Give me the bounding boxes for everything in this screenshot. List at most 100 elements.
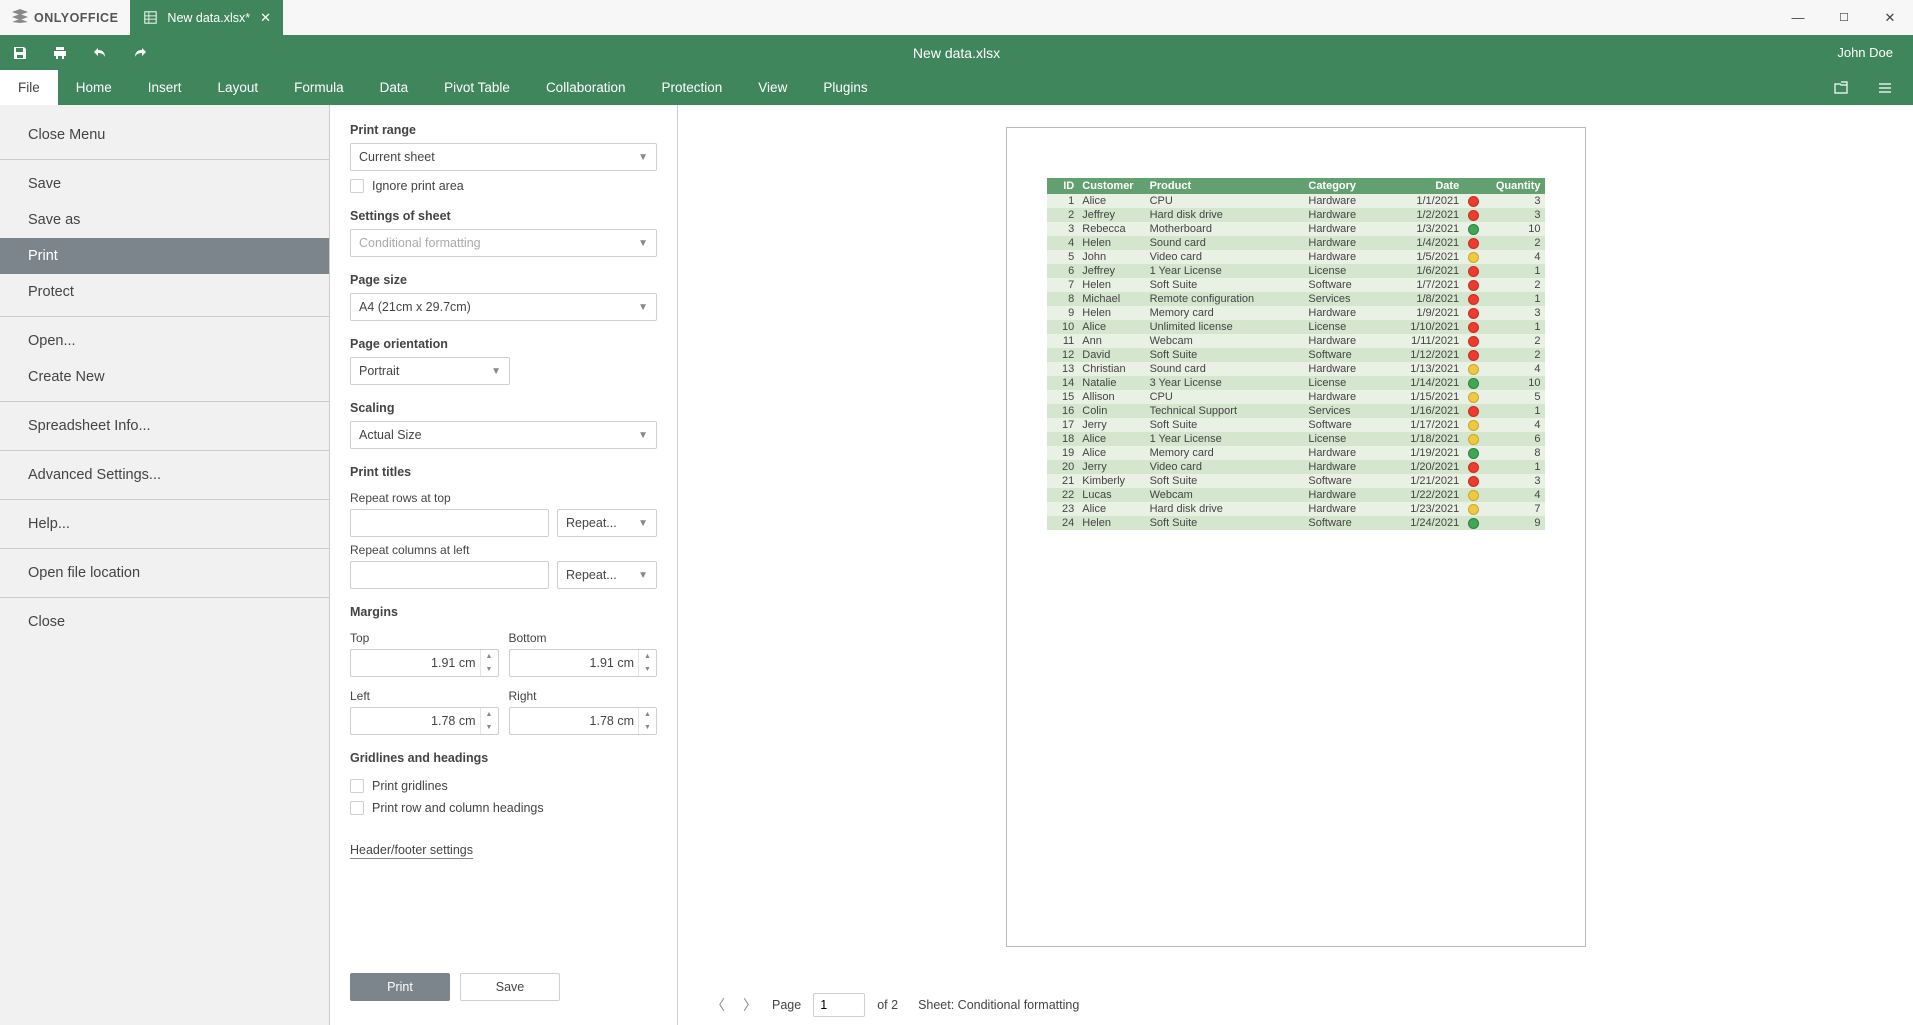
status-dot-icon [1468,490,1479,501]
tab-collaboration[interactable]: Collaboration [528,70,644,105]
file-menu-advanced-settings[interactable]: Advanced Settings... [0,457,329,493]
gridlines-title: Gridlines and headings [350,751,657,765]
repeat-rows-label: Repeat rows at top [350,491,657,505]
spin-up-icon[interactable]: ▲ [639,650,656,663]
spin-up-icon[interactable]: ▲ [481,708,498,721]
spin-down-icon[interactable]: ▼ [481,721,498,734]
table-header-status [1463,178,1485,194]
page-orientation-select[interactable]: Portrait ▼ [350,357,510,385]
file-menu-create-new[interactable]: Create New [0,359,329,395]
window-maximize-button[interactable]: ☐ [1821,0,1867,35]
file-menu-help[interactable]: Help... [0,506,329,542]
window-minimize-button[interactable]: — [1775,0,1821,35]
status-dot-icon [1468,252,1479,263]
print-gridlines-checkbox[interactable]: Print gridlines [350,779,657,793]
margin-left-input[interactable] [350,707,499,735]
margin-left-label: Left [350,689,499,703]
print-preview-area: IDCustomerProductCategoryDateQuantity 1A… [678,105,1913,1025]
repeat-cols-input[interactable] [350,561,549,589]
save-button[interactable]: Save [460,973,560,1001]
margin-bottom-input[interactable] [509,649,658,677]
table-header-id: ID [1047,178,1079,194]
tab-plugins[interactable]: Plugins [805,70,885,105]
status-dot-icon [1468,308,1479,319]
spin-down-icon[interactable]: ▼ [639,663,656,676]
spin-down-icon[interactable]: ▼ [639,721,656,734]
chevron-down-icon: ▼ [638,518,648,529]
print-headings-checkbox[interactable]: Print row and column headings [350,801,657,815]
file-menu-close-menu[interactable]: Close Menu [0,117,329,153]
tab-formula[interactable]: Formula [276,70,362,105]
status-dot-icon [1468,196,1479,207]
settings-of-sheet-select[interactable]: Conditional formatting ▼ [350,229,657,257]
margin-top-input[interactable] [350,649,499,677]
tab-insert[interactable]: Insert [130,70,200,105]
table-row: 24HelenSoft SuiteSoftware1/24/20219 [1047,516,1545,530]
header-footer-link[interactable]: Header/footer settings [350,843,473,859]
table-row: 16ColinTechnical SupportServices1/16/202… [1047,404,1545,418]
tab-pivot-table[interactable]: Pivot Table [426,70,528,105]
ignore-print-area-checkbox[interactable]: Ignore print area [350,179,657,193]
close-tab-icon[interactable]: ✕ [260,10,271,26]
window-close-button[interactable]: ✕ [1867,0,1913,35]
page-number-input[interactable] [813,993,865,1017]
file-menu-save[interactable]: Save [0,166,329,202]
spin-up-icon[interactable]: ▲ [639,708,656,721]
tab-protection[interactable]: Protection [644,70,741,105]
document-tab-title: New data.xlsx* [167,11,250,25]
user-name[interactable]: John Doe [1837,45,1913,60]
table-row: 22LucasWebcamHardware1/22/20214 [1047,488,1545,502]
next-page-button[interactable]: 〉 [740,995,760,1015]
tab-file[interactable]: File [0,70,58,105]
file-menu-open-file-location[interactable]: Open file location [0,555,329,591]
file-menu-open[interactable]: Open... [0,323,329,359]
page-orientation-title: Page orientation [350,337,657,351]
spin-down-icon[interactable]: ▼ [481,663,498,676]
table-row: 10AliceUnlimited licenseLicense1/10/2021… [1047,320,1545,334]
tab-layout[interactable]: Layout [200,70,277,105]
table-row: 11AnnWebcamHardware1/11/20212 [1047,334,1545,348]
file-menu-print[interactable]: Print [0,238,329,274]
tab-data[interactable]: Data [362,70,427,105]
open-location-icon[interactable] [1821,70,1861,105]
table-row: 17JerrySoft SuiteSoftware1/17/20214 [1047,418,1545,432]
table-row: 21KimberlySoft SuiteSoftware1/21/20213 [1047,474,1545,488]
margin-top-label: Top [350,631,499,645]
print-button[interactable]: Print [350,973,450,1001]
margin-right-input[interactable] [509,707,658,735]
save-icon[interactable] [0,35,40,70]
file-menu-close[interactable]: Close [0,604,329,640]
repeat-cols-label: Repeat columns at left [350,543,657,557]
table-row: 7HelenSoft SuiteSoftware1/7/20212 [1047,278,1545,292]
redo-icon[interactable] [120,35,160,70]
app-brand: ONLYOFFICE [34,11,118,25]
tab-view[interactable]: View [740,70,805,105]
repeat-rows-dropdown[interactable]: Repeat... ▼ [557,509,657,537]
table-row: 6Jeffrey1 Year LicenseLicense1/6/20211 [1047,264,1545,278]
status-dot-icon [1468,336,1479,347]
print-settings-panel: Print range Current sheet ▼ Ignore print… [330,105,678,1025]
scaling-select[interactable]: Actual Size ▼ [350,421,657,449]
spin-up-icon[interactable]: ▲ [481,650,498,663]
prev-page-button[interactable]: 〈 [708,995,728,1015]
file-menu-spreadsheet-info[interactable]: Spreadsheet Info... [0,408,329,444]
print-titles-title: Print titles [350,465,657,479]
spreadsheet-icon [144,11,157,24]
page-label: Page [772,998,801,1012]
menu-more-icon[interactable] [1865,70,1905,105]
status-dot-icon [1468,238,1479,249]
print-icon[interactable] [40,35,80,70]
repeat-rows-input[interactable] [350,509,549,537]
menu-separator [0,316,329,317]
page-size-select[interactable]: A4 (21cm x 29.7cm) ▼ [350,293,657,321]
preview-footer: 〈 〉 Page of 2 Sheet: Conditional formatt… [678,985,1913,1025]
file-menu-protect[interactable]: Protect [0,274,329,310]
menu-separator [0,159,329,160]
repeat-cols-dropdown[interactable]: Repeat... ▼ [557,561,657,589]
undo-icon[interactable] [80,35,120,70]
tab-home[interactable]: Home [58,70,130,105]
print-range-select[interactable]: Current sheet ▼ [350,143,657,171]
table-row: 14Natalie3 Year LicenseLicense1/14/20211… [1047,376,1545,390]
document-tab[interactable]: New data.xlsx* ✕ [130,0,283,35]
file-menu-save-as[interactable]: Save as [0,202,329,238]
